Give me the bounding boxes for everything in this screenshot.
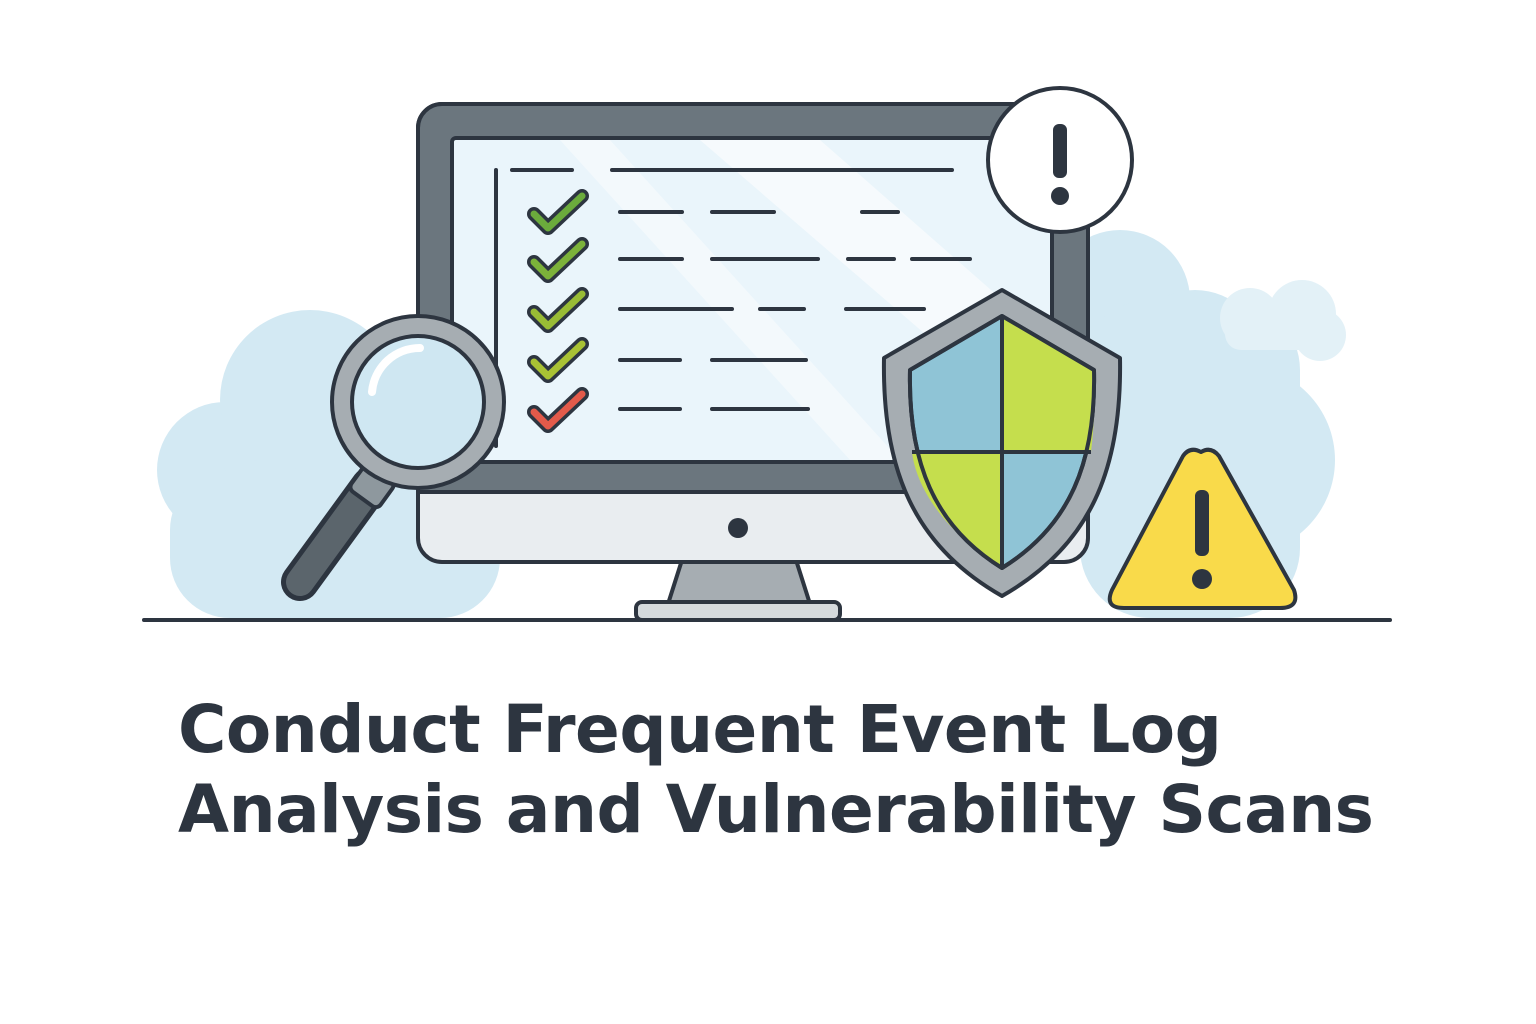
page-title: Conduct Frequent Event Log Analysis and …: [178, 690, 1378, 850]
page-title-line-1: Conduct Frequent Event Log: [178, 691, 1222, 768]
exclamation-circle-icon: [986, 86, 1134, 234]
small-cloud: [1220, 280, 1346, 361]
security-illustration: [142, 86, 1392, 622]
page-title-line-2: Analysis and Vulnerability Scans: [178, 771, 1374, 848]
